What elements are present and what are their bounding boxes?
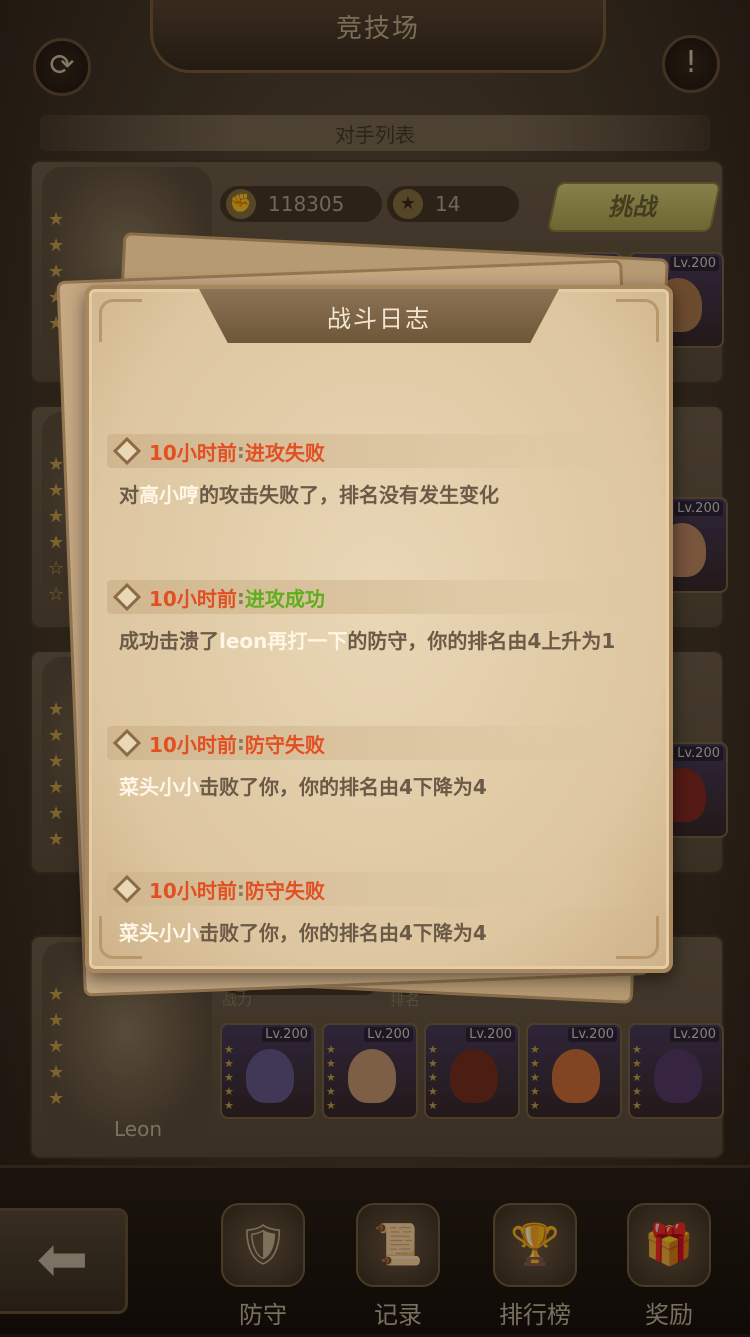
- log-entry-text: 成功击溃了leon再打一下的防守，你的排名由4上升为1: [107, 624, 647, 658]
- log-entry-text: 菜头小小击败了你，你的排名由4下降为4: [107, 770, 647, 804]
- log-entry-text: 对高小哼的攻击失败了，排名没有发生变化: [107, 478, 647, 512]
- log-separator: :: [236, 731, 245, 755]
- log-player-name[interactable]: leon再打一下: [219, 629, 347, 653]
- diamond-bullet-icon: [112, 436, 142, 466]
- log-player-name[interactable]: 菜头小小: [119, 775, 199, 799]
- corner-ornament: [99, 299, 142, 342]
- log-time: 10小时前: [149, 732, 237, 757]
- log-text-suffix: 击败了你，你的排名由4下降为4: [199, 775, 487, 799]
- diamond-bullet-icon: [112, 728, 142, 758]
- log-entry-header: 10小时前 : 进攻成功: [107, 580, 647, 614]
- log-result: 进攻失败: [244, 440, 325, 465]
- dialog-title-banner: 战斗日志: [199, 289, 559, 343]
- log-entry-header: 10小时前 : 防守失败: [107, 726, 647, 760]
- diamond-bullet-icon: [112, 874, 142, 904]
- log-entry-header: 10小时前 : 进攻失败: [107, 434, 647, 468]
- log-text-prefix: 对: [119, 483, 139, 507]
- log-time: 10小时前: [149, 878, 237, 903]
- log-entry: 10小时前 : 进攻失败 对高小哼的攻击失败了，排名没有发生变化: [107, 434, 647, 512]
- log-entry-text: 菜头小小击败了你，你的排名由4下降为4: [107, 916, 647, 950]
- log-separator: :: [236, 585, 245, 609]
- log-player-name[interactable]: 菜头小小: [119, 921, 199, 945]
- dialog-title: 战斗日志: [327, 305, 431, 333]
- log-time: 10小时前: [149, 586, 237, 611]
- log-entry: 10小时前 : 防守失败 菜头小小击败了你，你的排名由4下降为4: [107, 872, 647, 950]
- log-time: 10小时前: [149, 440, 237, 465]
- log-text-suffix: 击败了你，你的排名由4下降为4: [199, 921, 487, 945]
- log-text-suffix: 的防守，你的排名由4上升为1: [347, 629, 616, 653]
- log-result: 防守失败: [244, 878, 325, 903]
- log-text-prefix: 成功击溃了: [119, 629, 219, 653]
- log-result: 防守失败: [244, 732, 325, 757]
- diamond-bullet-icon: [112, 582, 142, 612]
- corner-ornament: [616, 299, 659, 342]
- log-text-suffix: 的攻击失败了，排名没有发生变化: [199, 483, 499, 507]
- battle-log-dialog: 战斗日志 10小时前 : 进攻失败 对高小哼的攻击失败了，排名没有发生变化 10…: [85, 285, 673, 973]
- log-player-name[interactable]: 高小哼: [139, 483, 199, 507]
- log-entry-header: 10小时前 : 防守失败: [107, 872, 647, 906]
- log-separator: :: [236, 877, 245, 901]
- log-result: 进攻成功: [244, 586, 325, 611]
- log-entry: 10小时前 : 进攻成功 成功击溃了leon再打一下的防守，你的排名由4上升为1: [107, 580, 647, 658]
- log-entry: 10小时前 : 防守失败 菜头小小击败了你，你的排名由4下降为4: [107, 726, 647, 804]
- log-separator: :: [236, 439, 245, 463]
